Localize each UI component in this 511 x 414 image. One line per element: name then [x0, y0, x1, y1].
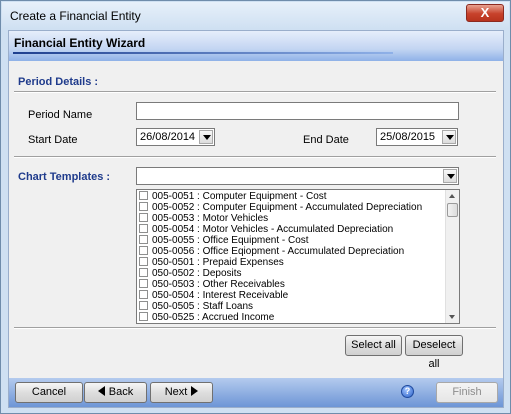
section-divider	[14, 156, 496, 158]
chevron-down-icon[interactable]	[443, 169, 457, 183]
checkbox[interactable]	[139, 235, 148, 244]
create-financial-entity-window: Create a Financial Entity X Financial En…	[0, 0, 511, 414]
period-name-label: Period Name	[28, 109, 93, 121]
checkbox[interactable]	[139, 191, 148, 200]
list-item-label: 005-0054 : Motor Vehicles - Accumulated …	[152, 224, 394, 235]
checkbox[interactable]	[139, 257, 148, 266]
scroll-down-icon[interactable]	[446, 311, 459, 323]
end-date-label: End Date	[303, 134, 349, 146]
help-icon[interactable]: ?	[401, 385, 414, 398]
start-date-picker[interactable]: 26/08/2014	[136, 128, 215, 146]
wizard-footer: Cancel Back Next ? Finish	[9, 378, 503, 407]
start-date-label: Start Date	[28, 134, 78, 146]
chevron-down-icon[interactable]	[442, 130, 456, 144]
vertical-scrollbar[interactable]	[445, 190, 459, 323]
chart-templates-label: Chart Templates :	[18, 171, 111, 183]
checkbox[interactable]	[139, 202, 148, 211]
checkbox[interactable]	[139, 213, 148, 222]
end-date-value: 25/08/2015	[380, 131, 436, 143]
wizard-header: Financial Entity Wizard	[9, 31, 503, 61]
account-checklist[interactable]: 005-0051 : Computer Equipment - Cost 005…	[136, 189, 460, 324]
checkbox[interactable]	[139, 312, 148, 321]
list-item[interactable]: 050-0505 : Staff Loans	[139, 301, 253, 312]
list-item-label: 005-0055 : Office Equipment - Cost	[152, 235, 309, 246]
list-item-label: 005-0051 : Computer Equipment - Cost	[152, 191, 327, 202]
wizard-panel: Financial Entity Wizard Period Details :…	[8, 30, 504, 408]
arrow-right-icon	[191, 386, 199, 396]
wizard-title: Financial Entity Wizard	[14, 36, 146, 50]
list-item[interactable]: 050-0502 : Deposits	[139, 268, 242, 279]
cancel-button[interactable]: Cancel	[15, 382, 83, 403]
list-item-label: 005-0056 : Office Eqiopment - Accumulate…	[152, 246, 405, 257]
select-all-button[interactable]: Select all	[345, 335, 402, 356]
start-date-value: 26/08/2014	[140, 131, 196, 143]
title-bar[interactable]: Create a Financial Entity X	[2, 2, 509, 29]
list-item[interactable]: 005-0055 : Office Equipment - Cost	[139, 235, 309, 246]
checkbox[interactable]	[139, 224, 148, 233]
checkbox[interactable]	[139, 268, 148, 277]
list-item[interactable]: 005-0054 : Motor Vehicles - Accumulated …	[139, 224, 393, 235]
list-item[interactable]: 050-0525 : Accrued Income	[139, 312, 274, 323]
list-item-label: 050-0502 : Deposits	[152, 268, 242, 279]
list-item-label: 050-0501 : Prepaid Expenses	[152, 257, 284, 268]
chevron-down-icon[interactable]	[199, 130, 213, 144]
next-label: Next	[164, 386, 188, 398]
header-divider	[13, 52, 393, 54]
list-item-label: 050-0505 : Staff Loans	[152, 301, 254, 312]
period-divider	[14, 91, 496, 93]
list-item-label: 050-0503 : Other Receivables	[152, 279, 285, 290]
period-details-label: Period Details :	[18, 76, 99, 88]
list-item[interactable]: 005-0056 : Office Eqiopment - Accumulate…	[139, 246, 404, 257]
list-item[interactable]: 005-0052 : Computer Equipment - Accumula…	[139, 202, 422, 213]
list-item-label: 005-0053 : Motor Vehicles	[152, 213, 269, 224]
checkbox[interactable]	[139, 290, 148, 299]
list-item[interactable]: 050-0503 : Other Receivables	[139, 279, 285, 290]
list-item[interactable]: 005-0051 : Computer Equipment - Cost	[139, 191, 327, 202]
back-label: Back	[108, 386, 134, 398]
arrow-left-icon	[97, 386, 105, 396]
back-button[interactable]: Back	[84, 382, 147, 403]
list-item[interactable]: 050-0501 : Prepaid Expenses	[139, 257, 284, 268]
checkbox[interactable]	[139, 246, 148, 255]
scroll-thumb[interactable]	[447, 203, 458, 217]
list-item-label: 050-0504 : Interest Receivable	[152, 290, 289, 301]
chart-templates-dropdown[interactable]	[136, 167, 459, 185]
end-date-picker[interactable]: 25/08/2015	[376, 128, 458, 146]
list-item-label: 005-0052 : Computer Equipment - Accumula…	[152, 202, 423, 213]
period-name-input[interactable]	[136, 102, 459, 120]
list-item[interactable]: 005-0053 : Motor Vehicles	[139, 213, 268, 224]
deselect-all-button[interactable]: Deselect all	[405, 335, 463, 370]
list-item-label: 050-0525 : Accrued Income	[152, 312, 275, 323]
list-item[interactable]: 050-0504 : Interest Receivable	[139, 290, 288, 301]
finish-button[interactable]: Finish	[436, 382, 498, 403]
checkbox[interactable]	[139, 279, 148, 288]
window-title: Create a Financial Entity	[10, 9, 141, 23]
close-button[interactable]: X	[466, 4, 504, 22]
next-button[interactable]: Next	[150, 382, 213, 403]
list-divider	[14, 327, 496, 329]
scroll-up-icon[interactable]	[446, 190, 459, 202]
checkbox[interactable]	[139, 301, 148, 310]
